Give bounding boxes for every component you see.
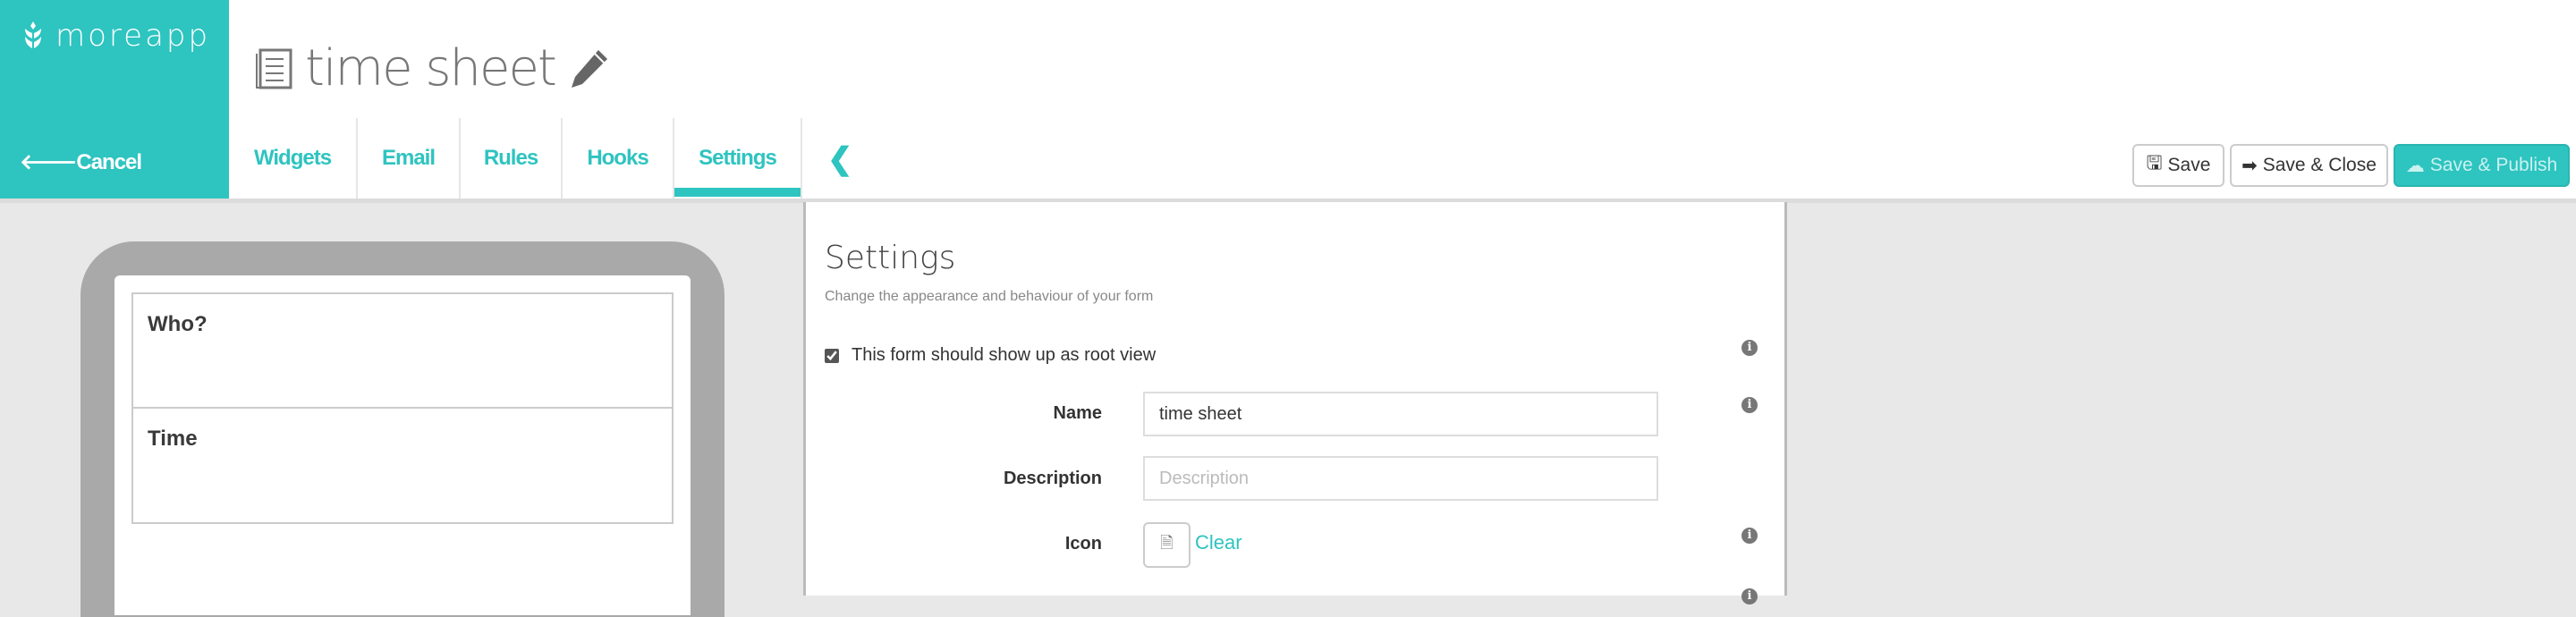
leaf-logo-icon [25, 21, 41, 48]
save-publish-label: Save & Publish [2429, 155, 2558, 175]
arrow-left-icon: 🡐 [20, 150, 77, 174]
settings-title: Settings [825, 240, 956, 276]
tab-label: Widgets [253, 146, 332, 170]
widget-card[interactable]: Time [131, 407, 674, 524]
tab-label: Settings [699, 146, 777, 170]
root-view-label: This form should show up as root view [852, 345, 1157, 365]
tab-rules[interactable]: Rules [461, 118, 563, 199]
icon-picker[interactable]: 🗎 [1143, 522, 1191, 568]
info-icon[interactable]: i [1741, 588, 1758, 604]
tab-settings[interactable]: Settings [674, 118, 802, 199]
widget-label: Who? [148, 312, 208, 336]
brand-logo: moreapp [23, 18, 210, 54]
tab-widgets[interactable]: Widgets [229, 118, 358, 199]
save-label: Save [2167, 155, 2211, 175]
form-icon [256, 48, 292, 89]
save-button[interactable]: 🖫 Save [2132, 144, 2224, 187]
form-title: time sheet [305, 39, 557, 97]
cloud-upload-icon: ☁ [2405, 155, 2425, 176]
clear-icon-link[interactable]: Clear [1195, 531, 1242, 554]
brand-name: moreapp [55, 18, 211, 54]
info-icon[interactable]: i [1741, 397, 1758, 413]
cancel-label: Cancel [76, 150, 142, 174]
save-close-label: Save & Close [2262, 155, 2377, 175]
save-close-button[interactable]: ➡ Save & Close [2230, 144, 2388, 187]
description-label: Description [1003, 469, 1102, 488]
settings-subtitle: Change the appearance and behaviour of y… [825, 289, 1154, 304]
root-view-checkbox[interactable] [825, 349, 839, 363]
tab-label: Hooks [587, 146, 648, 170]
save-publish-button[interactable]: ☁ Save & Publish [2394, 144, 2570, 187]
tab-hooks[interactable]: Hooks [563, 118, 674, 199]
name-label: Name [1053, 403, 1102, 423]
tab-label: Rules [483, 146, 538, 170]
info-icon[interactable]: i [1741, 340, 1758, 356]
name-input[interactable] [1143, 392, 1658, 436]
cancel-button[interactable]: 🡐Cancel [20, 148, 142, 175]
floppy-icon: 🖫 [2146, 152, 2163, 173]
form-icon: 🗎 [1160, 533, 1174, 552]
info-icon[interactable]: i [1741, 528, 1758, 544]
widget-label: Time [148, 427, 198, 451]
page-title: time sheet [255, 39, 609, 97]
icon-label: Icon [1064, 534, 1102, 554]
sidebar: moreapp 🡐Cancel [0, 0, 229, 199]
widget-card[interactable]: Who? [131, 292, 674, 409]
chevron-left-icon[interactable]: ❮ [827, 141, 853, 177]
sign-out-icon: ➡ [2241, 155, 2258, 176]
tab-label: Email [381, 146, 436, 170]
description-input[interactable] [1143, 456, 1658, 501]
pencil-icon[interactable] [568, 48, 609, 89]
tab-email[interactable]: Email [358, 118, 461, 199]
